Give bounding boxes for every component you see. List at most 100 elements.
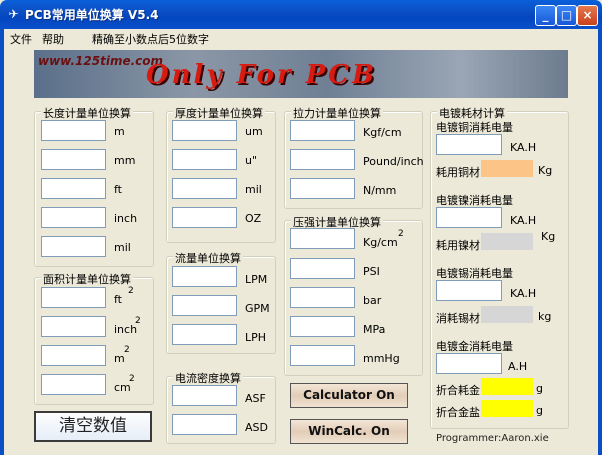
menu-file[interactable]: 文件 [10,31,32,47]
gold-power-input[interactable] [436,353,502,374]
current-asf-input[interactable] [172,385,237,406]
tension-kgfcm-input[interactable] [290,120,355,141]
tin-power-input[interactable] [436,280,502,301]
title-bar: ✈ PCB常用单位换算 V5.4 _ □ × [0,0,602,29]
pressure-mmhg-input[interactable] [290,345,355,366]
gold-power-unit: A.H [508,360,528,373]
area-unit-inch: inch [114,323,138,336]
copper-material-label: 耗用铜材 [436,166,480,179]
copper-material-unit: Kg [538,164,553,177]
gold-salt-label: 折合金盐 [436,406,480,419]
banner-slogan: Only For PCB [146,60,377,90]
tension-group-title: 拉力计量单位换算 [291,105,383,121]
gold-combined-label: 折合耗金 [436,384,480,397]
thickness-unit-um: um [245,125,263,138]
menu-help[interactable]: 帮助 [42,31,64,47]
nickel-power-label: 电镀镍消耗电量 [436,194,513,207]
area-group-title: 面积计量单位换算 [41,271,133,287]
nickel-material-unit: Kg [541,230,556,243]
length-mil-input[interactable] [41,236,106,257]
current-unit-asf: ASF [245,392,266,405]
tin-power-label: 电镀锡消耗电量 [436,267,513,280]
copper-power-input[interactable] [436,134,502,155]
wincalc-on-button[interactable]: WinCalc. On [290,419,408,444]
menu-bar: 文件 帮助 精确至小数点后5位数字 [4,29,598,47]
length-unit-mm: mm [114,154,136,167]
current-density-group-title: 电流密度换算 [173,370,243,386]
length-ft-input[interactable] [41,178,106,199]
tin-material-unit: kg [538,310,552,323]
length-group-title: 长度计量单位换算 [41,105,133,121]
gold-combined-output [481,378,533,395]
minimize-button[interactable]: _ [535,5,556,26]
banner-image: www.125time.com Only For PCB [34,50,568,98]
pressure-kgcm-superscript: 2 [398,229,404,239]
pressure-psi-input[interactable] [290,258,355,279]
nickel-power-input[interactable] [436,207,502,228]
copper-power-label: 电镀铜消耗电量 [436,121,513,134]
pressure-kgcm2-input[interactable] [290,228,355,249]
pressure-unit-mpa: MPa [363,323,386,336]
thickness-unit-uin: u" [245,154,258,167]
tin-material-output [481,306,533,323]
flow-gpm-input[interactable] [172,295,237,316]
clear-values-button[interactable]: 清空数值 [34,411,152,442]
tension-unit-poundinch: Pound/inch [363,155,424,168]
flow-lph-input[interactable] [172,324,237,345]
pressure-unit-mmhg: mmHg [363,352,400,365]
pressure-unit-psi: PSI [363,265,380,278]
pressure-mpa-input[interactable] [290,316,355,337]
flow-group-title: 流量单位换算 [173,250,243,266]
copper-material-output [481,160,533,177]
length-inch-input[interactable] [41,207,106,228]
close-button[interactable]: × [577,5,598,26]
length-unit-inch: inch [114,212,138,225]
calculator-on-button[interactable]: Calculator On [290,383,408,408]
length-unit-ft: ft [114,183,122,196]
length-unit-mil: mil [114,241,131,254]
tension-unit-nmm: N/mm [363,184,397,197]
area-cm-superscript: 2 [129,374,135,384]
precision-note[interactable]: 精确至小数点后5位数字 [92,31,209,47]
nickel-material-output [481,233,533,250]
current-unit-asd: ASD [245,421,268,434]
tension-unit-kgfcm: Kgf/cm [363,126,402,139]
window-frame-right [598,29,602,455]
thickness-group-title: 厚度计量单位换算 [173,105,265,121]
thickness-unit-oz: OZ [245,212,262,225]
nickel-power-unit: KA.H [510,214,537,227]
flow-unit-lph: LPH [245,331,267,344]
window-frame-left [0,29,4,455]
flow-lpm-input[interactable] [172,266,237,287]
area-m-superscript: 2 [124,345,130,355]
nickel-material-label: 耗用镍材 [436,239,480,252]
area-unit-ft: ft [114,293,122,306]
tin-power-unit: KA.H [510,287,537,300]
window-title: PCB常用单位换算 V5.4 [25,8,159,22]
watermark-logo [505,394,600,452]
thickness-unit-mil: mil [245,183,262,196]
thickness-mil-input[interactable] [172,178,237,199]
area-m2-input[interactable] [41,345,106,366]
length-mm-input[interactable] [41,149,106,170]
app-icon: ✈ [8,7,19,21]
thickness-uin-input[interactable] [172,149,237,170]
pressure-unit-bar: bar [363,294,382,307]
length-m-input[interactable] [41,120,106,141]
area-inch2-input[interactable] [41,316,106,337]
tension-poundinch-input[interactable] [290,149,355,170]
area-cm2-input[interactable] [41,374,106,395]
banner-url: www.125time.com [38,54,164,68]
area-ft2-input[interactable] [41,287,106,308]
gold-power-label: 电镀金消耗电量 [436,340,513,353]
thickness-um-input[interactable] [172,120,237,141]
tension-nmm-input[interactable] [290,178,355,199]
area-ft-superscript: 2 [128,286,134,296]
pressure-bar-input[interactable] [290,287,355,308]
area-inch-superscript: 2 [135,316,141,326]
copper-power-unit: KA.H [510,141,537,154]
maximize-button[interactable]: □ [556,5,577,26]
thickness-oz-input[interactable] [172,207,237,228]
current-asd-input[interactable] [172,414,237,435]
pressure-unit-kgcm: Kg/cm [363,236,398,249]
